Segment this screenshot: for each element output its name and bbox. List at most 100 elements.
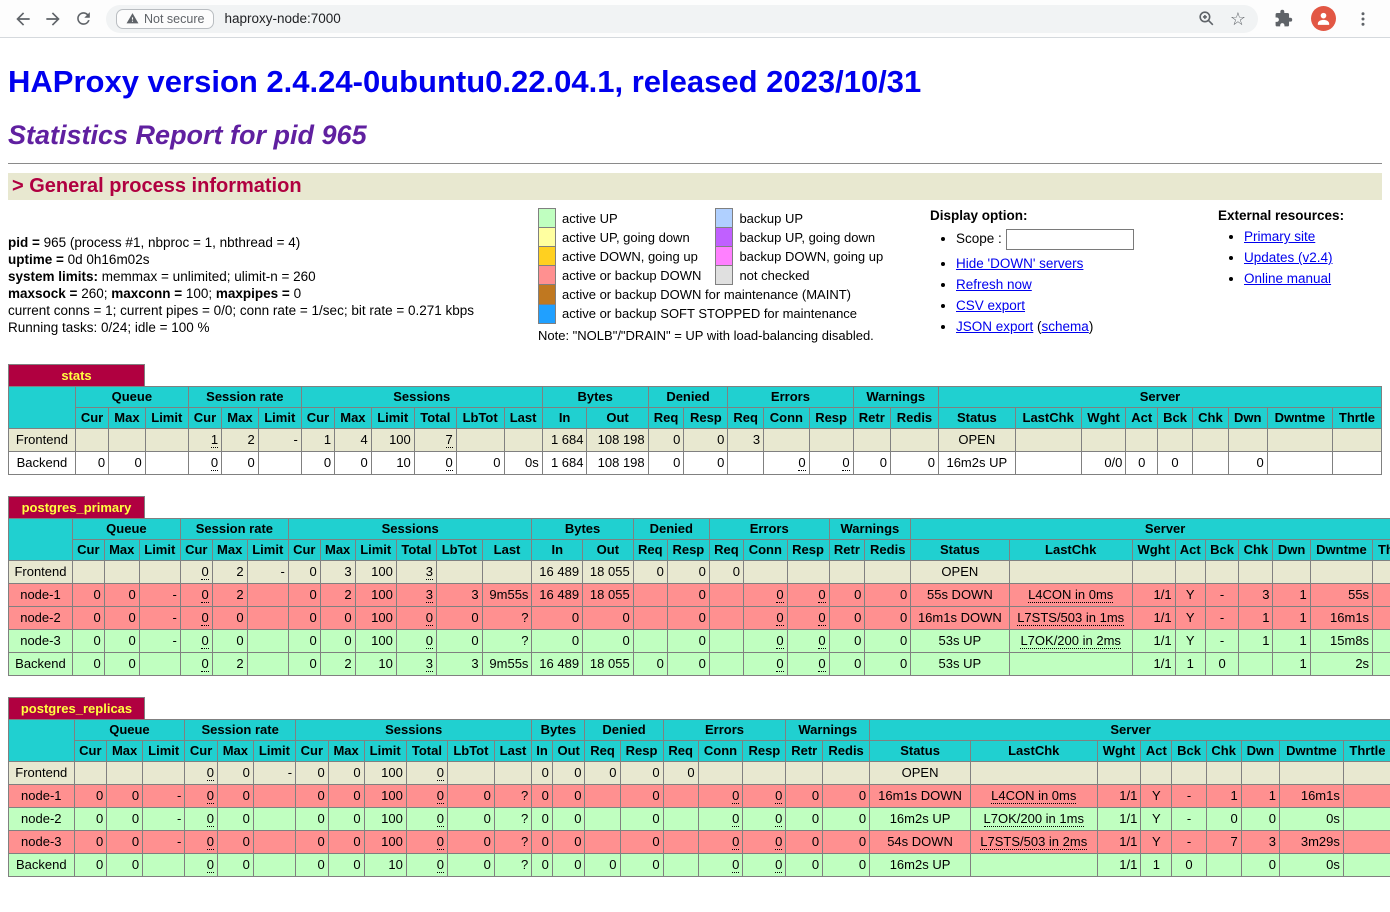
col-group-sessions: Sessions xyxy=(296,719,532,740)
cell-q-cur xyxy=(75,428,108,451)
resource-item: Primary site xyxy=(1244,229,1382,244)
proxy-name-link[interactable]: postgres_primary xyxy=(22,500,132,515)
scope-input[interactable] xyxy=(1006,229,1134,250)
cell-q-cur: 0 xyxy=(74,853,107,876)
cell-thrtle xyxy=(1373,583,1390,606)
cell-dwn xyxy=(1241,761,1279,784)
cell-sess-limit: 100 xyxy=(371,428,414,451)
corner-header xyxy=(9,719,75,761)
cell-sess-limit: 100 xyxy=(355,560,396,583)
col-q-limit: Limit xyxy=(145,407,188,428)
row-label: Frontend xyxy=(9,428,76,451)
reload-icon[interactable] xyxy=(68,4,98,34)
cell-sess-last xyxy=(494,761,531,784)
row-frontend: Frontend02-03100316 48918 055000OPEN xyxy=(9,560,1390,583)
cell-bytes-in: 0 xyxy=(532,761,553,784)
cell-status: OPEN xyxy=(911,560,1009,583)
col-group-denied: Denied xyxy=(585,719,663,740)
cell-sess-last: ? xyxy=(494,784,531,807)
cell-bytes-out: 0 xyxy=(552,761,585,784)
hide-down-servers-link[interactable]: Hide 'DOWN' servers xyxy=(956,256,1083,271)
cell-err-req: 3 xyxy=(728,428,764,451)
security-chip[interactable]: Not secure xyxy=(116,9,214,29)
cell-rate-limit xyxy=(253,807,295,830)
cell-rate-limit: - xyxy=(258,428,301,451)
online-manual-link[interactable]: Online manual xyxy=(1244,271,1331,286)
cell-wght: 1/1 xyxy=(1132,629,1175,652)
cell-act xyxy=(1126,428,1158,451)
cell-status: 16m2s UP xyxy=(870,807,971,830)
bookmark-star-icon[interactable]: ☆ xyxy=(1230,10,1246,28)
proxy-name-link[interactable]: postgres_replicas xyxy=(21,701,132,716)
display-options: Display option: Scope : Hide 'DOWN' serv… xyxy=(930,208,1218,334)
primary-site-link[interactable]: Primary site xyxy=(1244,229,1315,244)
cell-sess-total: 3 xyxy=(396,652,436,675)
col-q-cur: Cur xyxy=(72,539,104,560)
cell-act: Y xyxy=(1175,606,1205,629)
process-info-line: system limits: memmax = unlimited; ulimi… xyxy=(8,268,538,285)
cell-warn-redis: 0 xyxy=(890,451,938,474)
cell-denied-req xyxy=(633,583,667,606)
cell-rate-max: 0 xyxy=(222,451,259,474)
col-sess-total: Total xyxy=(414,407,456,428)
menu-kebab-icon[interactable] xyxy=(1354,10,1372,28)
cell-dwntme xyxy=(1267,428,1332,451)
cell-q-cur: 0 xyxy=(75,451,108,474)
cell-warn-retr: 0 xyxy=(786,784,823,807)
display-options-list: Scope : Hide 'DOWN' servers Refresh now … xyxy=(930,229,1218,334)
haproxy-version-link[interactable]: HAProxy version 2.4.24-0ubuntu0.22.04.1,… xyxy=(8,64,921,99)
legend-swatch xyxy=(539,304,556,323)
col-err-req: Req xyxy=(728,407,764,428)
col-sess-limit: Limit xyxy=(364,740,406,761)
col-group-sessions: Sessions xyxy=(301,386,542,407)
cell-bytes-in: 16 489 xyxy=(532,652,583,675)
cell-warn-retr: 0 xyxy=(786,830,823,853)
url-text[interactable]: haproxy-node:7000 xyxy=(224,11,1196,26)
cell-q-limit: - xyxy=(139,583,180,606)
forward-icon[interactable] xyxy=(38,4,68,34)
col-bytes-out: Out xyxy=(583,539,634,560)
browser-toolbar: Not secure haproxy-node:7000 ☆ xyxy=(0,0,1390,38)
row-label: Frontend xyxy=(9,761,75,784)
external-resources: External resources: Primary site Updates… xyxy=(1218,208,1382,286)
schema-link[interactable]: schema xyxy=(1042,319,1089,334)
csv-export-link[interactable]: CSV export xyxy=(956,298,1025,313)
cell-status: 16m2s UP xyxy=(938,451,1015,474)
col-warn-redis: Redis xyxy=(865,539,911,560)
cell-warn-retr: 0 xyxy=(829,606,865,629)
cell-warn-retr xyxy=(829,560,865,583)
col-group-warnings: Warnings xyxy=(853,386,938,407)
cell-bck xyxy=(1158,428,1193,451)
legend-table: active UP backup UP active UP, going dow… xyxy=(538,208,897,324)
col-rate-max: Max xyxy=(217,740,253,761)
col-q-limit: Limit xyxy=(139,539,180,560)
row-node-3: node-300-000010000?000000053s UPL7OK/200… xyxy=(9,629,1390,652)
updates-link[interactable]: Updates (v2.4) xyxy=(1244,250,1333,265)
cell-q-cur xyxy=(74,761,107,784)
cell-rate-cur: 0 xyxy=(185,761,218,784)
cell-warn-redis xyxy=(823,761,870,784)
resource-item: Updates (v2.4) xyxy=(1244,250,1382,265)
zoom-icon[interactable] xyxy=(1197,9,1216,28)
cell-bytes-in: 1 684 xyxy=(542,428,587,451)
json-export-link[interactable]: JSON export xyxy=(956,319,1033,334)
proxy-name-link[interactable]: stats xyxy=(61,368,91,383)
profile-avatar[interactable] xyxy=(1311,6,1336,31)
back-icon[interactable] xyxy=(8,4,38,34)
cell-sess-lbtot: 0 xyxy=(436,629,482,652)
cell-q-limit: - xyxy=(143,784,185,807)
report-subtitle: Statistics Report for pid 965 xyxy=(8,120,1382,151)
cell-bck: 0 xyxy=(1158,451,1193,474)
cell-sess-max: 2 xyxy=(320,583,355,606)
col-warn-retr: Retr xyxy=(853,407,890,428)
cell-sess-limit: 100 xyxy=(364,830,406,853)
col-chk: Chk xyxy=(1193,407,1229,428)
extensions-icon[interactable] xyxy=(1274,9,1293,28)
cell-sess-cur: 0 xyxy=(296,784,329,807)
row-node-2: node-200-000010000?000000016m2s UPL7OK/2… xyxy=(9,807,1390,830)
cell-err-req xyxy=(663,853,698,876)
refresh-now-link[interactable]: Refresh now xyxy=(956,277,1032,292)
cell-warn-retr xyxy=(853,428,890,451)
address-bar[interactable]: Not secure haproxy-node:7000 ☆ xyxy=(106,5,1258,33)
cell-sess-max: 0 xyxy=(328,830,364,853)
